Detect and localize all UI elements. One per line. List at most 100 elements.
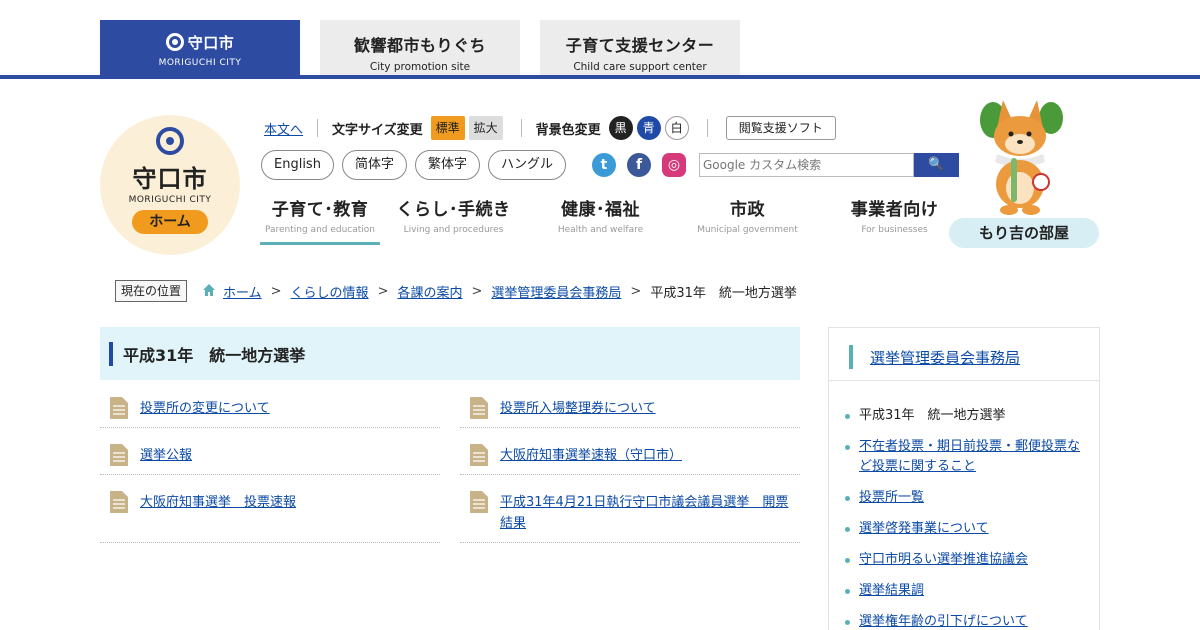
nav-sublabel: Parenting and education [264,225,376,235]
tab-main-label: 歓響都市もりぐち [353,36,486,55]
document-link[interactable]: 投票所の変更について [140,398,270,419]
sidebar-item: 選挙権年齢の引下げについて [844,612,1089,630]
sidebar-link[interactable]: 不在者投票・期日前投票・郵便投票など投票に関すること [859,439,1080,474]
nav-sublabel: Health and welfare [557,225,644,235]
lang-korean-button[interactable]: ハングル [487,150,566,180]
breadcrumb-link[interactable]: くらしの情報 [291,282,369,301]
sidebar-link[interactable]: 選挙啓発事業について [859,521,989,536]
list-item: 選挙公報 [100,432,440,475]
nav-label: くらし･手続き [396,200,511,220]
nav-sublabel: Living and procedures [403,225,504,235]
lang-simplified-chinese-button[interactable]: 简体字 [341,150,407,180]
tab-sub-label: MORIGUCHI CITY [158,58,242,68]
font-size-large-button[interactable]: 拡大 [468,116,503,140]
sidebar-header: 選挙管理委員会事務局 [829,328,1099,381]
bg-blue-button[interactable]: 青 [636,116,661,140]
document-icon [110,491,128,513]
list-item: 大阪府知事選挙速報（守口市） [460,432,800,475]
sidebar-accent-bar [849,345,853,369]
sidebar-item: 不在者投票・期日前投票・郵便投票など投票に関すること [844,437,1089,477]
nav-sublabel: For businesses [861,225,928,235]
font-size-standard-button[interactable]: 標準 [430,116,465,140]
document-icon [470,491,488,513]
heading-accent-bar [109,342,113,366]
sidebar-link[interactable]: 投票所一覧 [859,490,924,505]
nav-label: 市政 [730,200,765,220]
bg-white-button[interactable]: 白 [664,116,689,140]
bg-black-button[interactable]: 黒 [608,116,633,140]
bg-color-label: 背景色変更 [535,122,601,138]
global-nav: 子育て･教育 Parenting and education くらし･手続き L… [260,195,968,245]
nav-living-procedures[interactable]: くらし･手続き Living and procedures [380,195,527,245]
logo-name: 守口市 [132,165,208,193]
twitter-icon[interactable]: t [592,153,616,177]
page-title: 平成31年 統一地方選挙 [123,346,306,365]
breadcrumb-link[interactable]: 選挙管理委員会事務局 [491,282,621,301]
chevron-right-icon: > [270,283,282,299]
document-link[interactable]: 投票所入場整理券について [500,398,656,419]
instagram-icon[interactable]: ◎ [662,153,686,177]
sidebar-title-link[interactable]: 選挙管理委員会事務局 [870,347,1020,368]
tab-moriguchi-city[interactable]: 守口市 MORIGUCHI CITY [100,20,300,76]
site-logo[interactable]: 守口市 MORIGUCHI CITY ホーム [100,115,240,255]
list-item: 投票所の変更について [100,385,440,428]
breadcrumb-link[interactable]: ホーム [223,282,262,301]
tab-main-label: 子育て支援センター [565,36,715,55]
nav-parenting-education[interactable]: 子育て･教育 Parenting and education [260,195,380,245]
chevron-right-icon: > [630,283,642,299]
tab-main-label: 守口市 [187,34,235,52]
sidebar-item: 選挙啓発事業について [844,519,1089,539]
document-link[interactable]: 平成31年4月21日執行守口市議会議員選挙 開票結果 [500,492,800,534]
document-icon [470,444,488,466]
list-item: 大阪府知事選挙 投票速報 [100,479,440,543]
font-size-label: 文字サイズ変更 [332,122,423,138]
nav-municipal-government[interactable]: 市政 Municipal government [674,195,821,245]
nav-health-welfare[interactable]: 健康･福祉 Health and welfare [527,195,674,245]
document-link[interactable]: 大阪府知事選挙速報（守口市） [500,445,682,466]
list-item: 平成31年4月21日執行守口市議会議員選挙 開票結果 [460,479,800,543]
nav-label: 健康･福祉 [561,200,640,220]
chevron-right-icon: > [471,283,483,299]
utility-bar: 本文へ 文字サイズ変更 標準 拡大 背景色変更 黒 青 白 閲覧支援ソフト [264,114,836,142]
language-search-bar: English 简体字 繁体字 ハングル t f ◎ 🔍 [261,150,959,180]
mascot-morikichi-image[interactable] [975,98,1065,216]
home-icon [203,284,216,296]
document-link[interactable]: 選挙公報 [140,445,192,466]
facebook-icon[interactable]: f [627,153,651,177]
sidebar-item: 守口市明るい選挙推進協議会 [844,550,1089,570]
tab-city-promotion[interactable]: 歓響都市もりぐち City promotion site [320,20,520,76]
document-link[interactable]: 大阪府知事選挙 投票速報 [140,492,296,513]
reading-support-button[interactable]: 閲覧支援ソフト [725,116,836,140]
nav-label: 子育て･教育 [271,200,369,220]
lang-english-button[interactable]: English [261,150,334,180]
social-links: t f ◎ [592,153,697,177]
sidebar-link[interactable]: 選挙権年齢の引下げについて [859,614,1028,629]
tab-sub-label: City promotion site [369,61,471,73]
search-button[interactable]: 🔍 [914,153,959,177]
search-icon: 🔍 [928,157,945,172]
home-button[interactable]: ホーム [132,210,208,234]
search-input[interactable] [699,153,914,177]
divider [706,119,708,137]
mascot-room-link[interactable]: もり吉の部屋 [949,218,1099,248]
sidebar-item: 平成31年 統一地方選挙 [844,406,1089,426]
breadcrumb-link[interactable]: 各課の案内 [397,282,462,301]
nav-sublabel: Municipal government [697,225,798,235]
tab-child-care-center[interactable]: 子育て支援センター Child care support center [540,20,740,76]
sidebar-link[interactable]: 選挙結果調 [859,583,924,598]
lang-traditional-chinese-button[interactable]: 繁体字 [414,150,480,180]
site-search: 🔍 [699,153,959,177]
document-icon [110,444,128,466]
divider [317,119,319,137]
breadcrumb-label: 現在の位置 [115,280,188,302]
tab-sub-label: Child care support center [573,61,707,73]
document-icon [470,397,488,419]
sidebar-link[interactable]: 守口市明るい選挙推進協議会 [859,552,1028,567]
nav-label: 事業者向け [850,200,939,220]
breadcrumb: 現在の位置 ホーム > くらしの情報 > 各課の案内 > 選挙管理委員会事務局 … [115,280,797,302]
breadcrumb-current: 平成31年 統一地方選挙 [650,285,797,301]
sidebar-item-current: 平成31年 統一地方選挙 [859,408,1006,423]
nav-for-businesses[interactable]: 事業者向け For businesses [821,195,968,245]
divider [520,119,522,137]
skip-to-content-link[interactable]: 本文へ [264,119,303,138]
